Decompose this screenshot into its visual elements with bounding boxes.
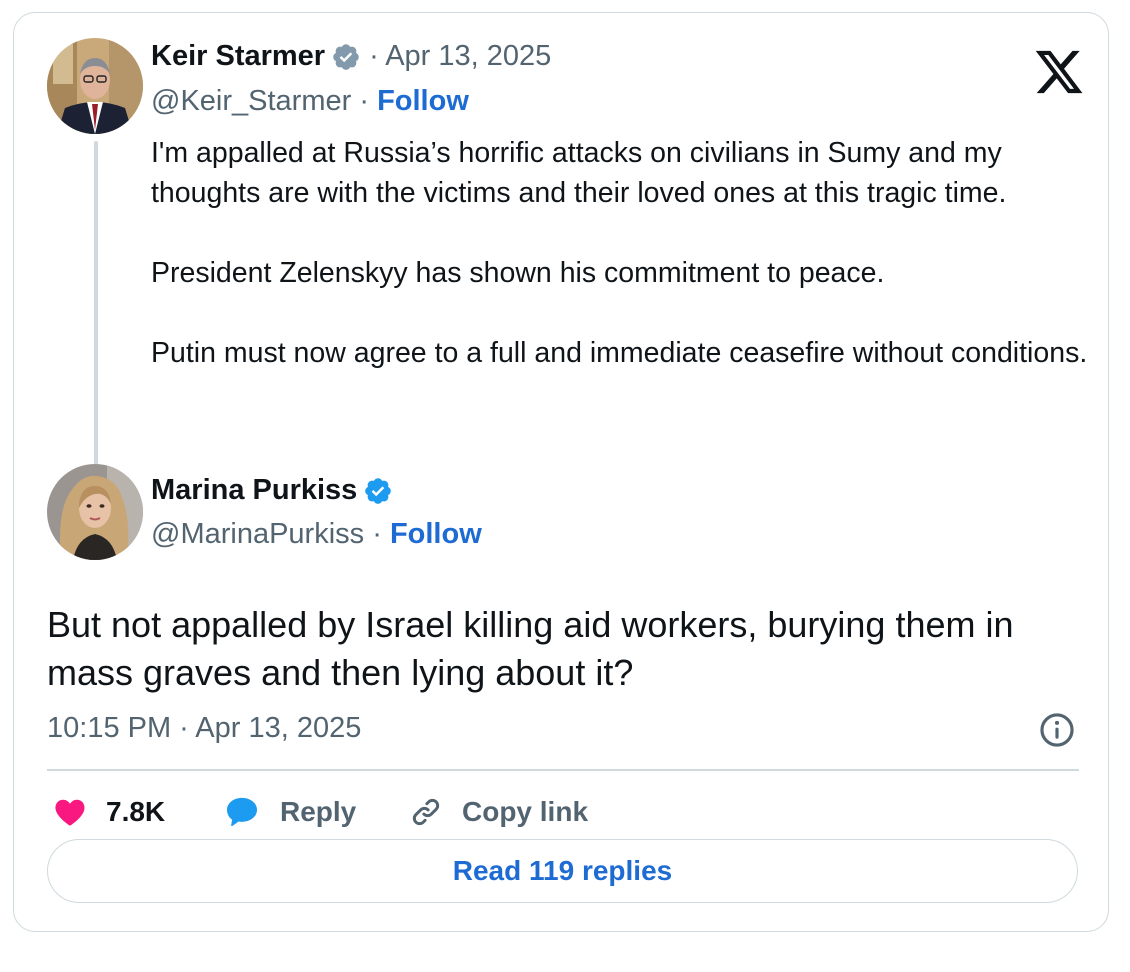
copy-link-label: Copy link [462,796,589,827]
heart-icon [55,799,85,826]
follow-keir-starmer-button[interactable]: Follow [377,85,469,117]
quoted-author-row: Keir Starmer · Apr 13, 2025 [151,40,551,73]
speech-bubble-icon [227,797,257,827]
marina-purkiss-avatar[interactable] [47,464,143,560]
read-replies-button[interactable]: Read 119 replies [47,839,1078,903]
reply-button[interactable]: Reply [222,791,356,833]
quoted-handle-row: @Keir_Starmer · Follow [151,85,469,117]
main-author-handle[interactable]: @MarinaPurkiss [151,518,364,550]
quoted-author-name[interactable]: Keir Starmer [151,40,325,73]
follow-marina-purkiss-button[interactable]: Follow [390,518,482,550]
quoted-tweet-text: I'm appalled at Russia’s horrific attack… [151,133,1091,373]
main-author-name[interactable]: Marina Purkiss [151,474,357,507]
quoted-paragraph-2: President Zelenskyy has shown his commit… [151,257,885,289]
like-button[interactable]: 7.8K [52,791,165,833]
verified-badge-icon [363,476,393,506]
info-icon[interactable] [1038,711,1076,749]
main-tweet-text: But not appalled by Israel killing aid w… [47,604,1014,693]
verified-badge-icon [331,42,361,72]
tweet-timestamp[interactable]: 10:15 PM · Apr 13, 2025 [47,712,361,745]
main-author-row: Marina Purkiss [151,474,393,507]
quoted-tweet-date[interactable]: · Apr 13, 2025 [369,40,551,73]
keir-starmer-avatar[interactable] [47,38,143,134]
quoted-author-handle[interactable]: @Keir_Starmer [151,85,351,117]
thread-connector-line [94,141,98,469]
quoted-paragraph-1: I'm appalled at Russia’s horrific attack… [151,137,1007,209]
link-icon [412,798,440,826]
reply-label: Reply [280,796,357,827]
like-count: 7.8K [106,796,166,827]
embedded-tweet-card: Keir Starmer · Apr 13, 2025 @Keir_Starme… [13,12,1109,932]
x-logo-icon[interactable] [1033,46,1085,98]
copy-link-button[interactable]: Copy link [408,791,588,833]
quoted-paragraph-3: Putin must now agree to a full and immed… [151,337,1088,369]
actions-divider [47,769,1079,771]
main-handle-row: @MarinaPurkiss · Follow [151,518,482,550]
